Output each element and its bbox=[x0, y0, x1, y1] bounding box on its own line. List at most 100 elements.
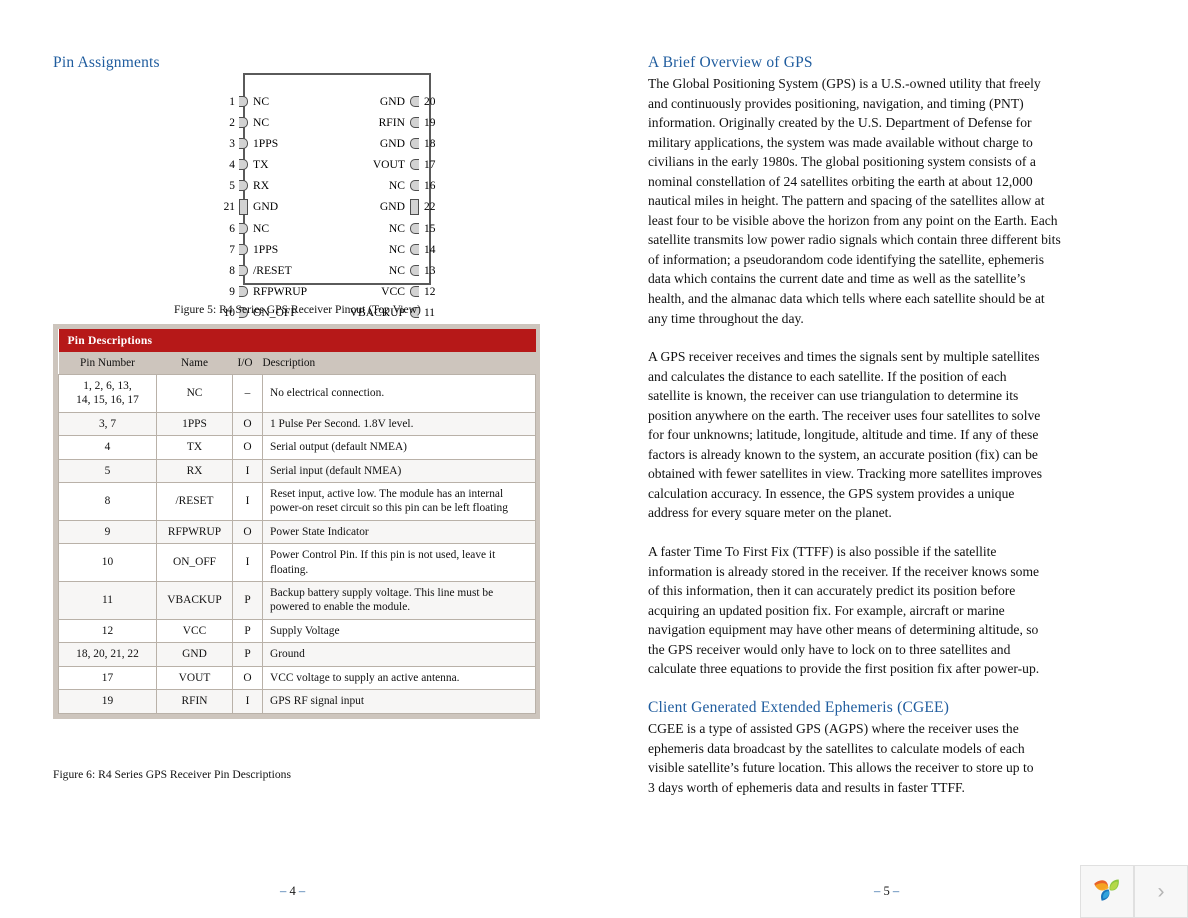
pin-row: 1 NC GND 20 bbox=[189, 93, 443, 111]
cgee-heading: Client Generated Extended Ephemeris (CGE… bbox=[648, 699, 950, 716]
cell-io: O bbox=[232, 435, 263, 460]
table-row: 19 RFIN I GPS RF signal input bbox=[58, 689, 536, 714]
cell-name: GND bbox=[156, 642, 233, 667]
pin-number-right: 19 bbox=[424, 116, 436, 129]
pin-number-left: 6 bbox=[229, 222, 235, 235]
pin-label-right: GND bbox=[379, 200, 405, 214]
pin-row: 8 /RESET NC 13 bbox=[189, 262, 443, 280]
pin-pad-right bbox=[410, 96, 420, 108]
gps-paragraph-3: A faster Time To First Fix (TTFF) is als… bbox=[648, 544, 1040, 677]
cell-io: I bbox=[232, 458, 263, 484]
pin-pad-left bbox=[239, 96, 248, 108]
pin-row-gnd: 21 GND GND 22 bbox=[189, 198, 443, 216]
page-dash-before: – bbox=[280, 884, 287, 898]
chevron-right-icon: › bbox=[1157, 880, 1165, 903]
gps-overview-heading: A Brief Overview of GPS bbox=[648, 54, 813, 71]
pin-label-left: GND bbox=[253, 200, 279, 214]
pin-pad-left bbox=[239, 180, 248, 192]
table-row: 1, 2, 6, 13, 14, 15, 16, 17 NC – No elec… bbox=[58, 374, 536, 413]
pin-number-right: 12 bbox=[424, 285, 436, 298]
cell-pin-number: 3, 7 bbox=[58, 411, 157, 437]
table-row: 8 /RESET I Reset input, active low. The … bbox=[58, 482, 536, 521]
column-header-name: Name bbox=[156, 352, 233, 375]
table-row: 12 VCC P Supply Voltage bbox=[58, 618, 536, 644]
table-row: 3, 7 1PPS O 1 Pulse Per Second. 1.8V lev… bbox=[58, 411, 536, 437]
cell-name: VCC bbox=[156, 618, 233, 644]
pin-number-right: 18 bbox=[424, 137, 436, 150]
table-title-row: Pin Descriptions bbox=[58, 329, 536, 352]
cell-description: Supply Voltage bbox=[262, 618, 536, 644]
pin-pad-right bbox=[410, 265, 420, 277]
cell-io: P bbox=[232, 581, 263, 620]
cell-name: NC bbox=[156, 374, 233, 413]
cell-name: RFIN bbox=[156, 689, 233, 714]
three-petal-leaf-logo-icon bbox=[1090, 872, 1124, 911]
cell-io: I bbox=[232, 482, 263, 521]
table-row: 11 VBACKUP P Backup battery supply volta… bbox=[58, 581, 536, 620]
gps-paragraph-2: A GPS receiver receives and times the si… bbox=[648, 349, 1043, 521]
pin-label-right: GND bbox=[379, 137, 406, 151]
pin-row: 6 NC NC 15 bbox=[189, 220, 443, 238]
cell-pin-number: 9 bbox=[58, 519, 157, 545]
pin-number-left: 21 bbox=[223, 200, 235, 213]
pin-assignment-diagram: 1 NC GND 20 2 NC RFIN 19 3 1PPS GND 18 4… bbox=[189, 73, 443, 319]
next-page-button[interactable]: › bbox=[1134, 865, 1188, 918]
pin-number-right: 20 bbox=[424, 95, 436, 108]
page-dash-before: – bbox=[874, 884, 881, 898]
pin-pad-left bbox=[239, 223, 248, 235]
pin-pad-right bbox=[410, 180, 419, 192]
pin-label-right: NC bbox=[388, 222, 405, 236]
cell-pin-number: 18, 20, 21, 22 bbox=[58, 642, 157, 667]
brand-logo-button[interactable] bbox=[1080, 865, 1134, 918]
cell-pin-number: 19 bbox=[58, 689, 157, 714]
pin-number-left: 3 bbox=[229, 137, 235, 150]
cell-name: VBACKUP bbox=[156, 581, 233, 620]
table-row: 10 ON_OFF I Power Control Pin. If this p… bbox=[58, 543, 536, 583]
pin-number-right: 11 bbox=[424, 306, 435, 319]
cell-io: O bbox=[232, 665, 263, 691]
pin-pad-right bbox=[410, 223, 419, 235]
pin-number-right: 16 bbox=[424, 179, 436, 192]
pin-number-left: 9 bbox=[229, 285, 235, 298]
table-row: 9 RFPWRUP O Power State Indicator bbox=[58, 519, 536, 545]
pin-number-left: 5 bbox=[229, 179, 235, 192]
table-title: Pin Descriptions bbox=[58, 329, 536, 352]
pin-number-right: 17 bbox=[424, 158, 436, 171]
page-dash-after: – bbox=[298, 884, 306, 898]
cell-name: ON_OFF bbox=[156, 543, 233, 583]
cell-description: Serial input (default NMEA) bbox=[262, 458, 536, 484]
document-page: Pin Assignments 1 NC GND 20 2 NC RFIN 19 bbox=[0, 0, 1188, 918]
viewer-widget: › bbox=[1080, 865, 1188, 918]
pin-label-left: RX bbox=[253, 179, 270, 193]
pin-row: 9 RFPWRUP VCC 12 bbox=[189, 283, 443, 301]
pin-label-right: RFIN bbox=[378, 116, 405, 130]
pin-label-left: NC bbox=[253, 222, 270, 236]
cgee-paragraph: CGEE is a type of assisted GPS (AGPS) wh… bbox=[648, 721, 1034, 795]
pin-label-right: VCC bbox=[381, 285, 405, 299]
pin-pad-left bbox=[239, 117, 248, 129]
table-row: 17 VOUT O VCC voltage to supply an activ… bbox=[58, 665, 536, 691]
cell-pin-number: 10 bbox=[58, 543, 157, 583]
pin-pad-left bbox=[239, 159, 248, 171]
pin-pad-left bbox=[239, 244, 248, 256]
cell-pin-number: 1, 2, 6, 13, 14, 15, 16, 17 bbox=[58, 374, 157, 413]
right-column: A Brief Overview of GPS The Global Posit… bbox=[648, 0, 1063, 918]
pin-label-right: NC bbox=[388, 243, 405, 257]
pin-number-left: 4 bbox=[229, 158, 235, 171]
cell-description: Power Control Pin. If this pin is not us… bbox=[262, 543, 536, 583]
pin-number-left: 8 bbox=[229, 264, 235, 277]
cell-io: P bbox=[232, 642, 263, 667]
cell-pin-number: 17 bbox=[58, 665, 157, 691]
cell-pin-number: 5 bbox=[58, 458, 157, 484]
pin-label-right: GND bbox=[379, 95, 406, 109]
left-column: Pin Assignments 1 NC GND 20 2 NC RFIN 19 bbox=[53, 0, 573, 918]
gps-paragraph-1: The Global Positioning System (GPS) is a… bbox=[648, 76, 1061, 326]
pin-number-right: 13 bbox=[424, 264, 436, 277]
table-row: 4 TX O Serial output (default NMEA) bbox=[58, 435, 536, 460]
figure-5-caption: Figure 5: R4 Series GPS Receiver Pinout … bbox=[174, 303, 421, 316]
page-number-left: – 4 – bbox=[280, 884, 305, 899]
pin-number-right: 14 bbox=[424, 243, 436, 256]
pin-label-left: 1PPS bbox=[253, 243, 279, 257]
column-header-pin-number: Pin Number bbox=[58, 352, 157, 375]
pin-label-left: /RESET bbox=[253, 264, 292, 278]
